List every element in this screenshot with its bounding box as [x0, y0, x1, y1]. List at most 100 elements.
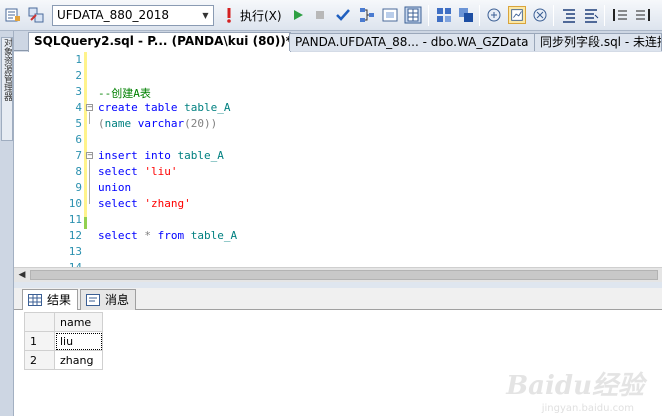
tab-sqlquery2[interactable]: SQLQuery2.sql - P... (PANDA\kui (80))*: [28, 32, 291, 52]
collapse-icon[interactable]: −: [86, 104, 93, 111]
type-varchar: varchar: [137, 117, 185, 130]
tab-wa-gzdata[interactable]: PANDA.UFDATA_88... - dbo.WA_GZData: [289, 33, 536, 51]
decrease-indent-icon[interactable]: [611, 6, 629, 24]
kw-from: from: [157, 229, 191, 242]
query-designer-icon[interactable]: [381, 6, 399, 24]
table-name: table_A: [190, 229, 238, 242]
column-header[interactable]: name: [54, 312, 103, 332]
code-line-8: select 'liu': [98, 165, 177, 178]
code-line-10: select 'zhang': [98, 197, 191, 210]
fold-line: [89, 160, 90, 204]
tab-sync-columns[interactable]: 同步列字段.sql - 未连接: [534, 33, 662, 51]
code-line-7: insert into table_A: [98, 149, 224, 162]
row-number: 1: [24, 331, 55, 351]
row-number-header: [24, 312, 55, 332]
chevron-down-icon: ▼: [202, 11, 209, 20]
results-to-text-icon[interactable]: [435, 6, 453, 24]
connect-icon[interactable]: [27, 6, 45, 24]
code-line-4: create table table_A: [98, 101, 230, 114]
database-dropdown[interactable]: UFDATA_880_2018 ▼: [52, 5, 214, 26]
database-name: UFDATA_880_2018: [57, 8, 170, 22]
horizontal-scrollbar[interactable]: ◀: [14, 267, 662, 282]
saved-lines-marker: [84, 217, 87, 229]
scroll-left-icon[interactable]: ◀: [16, 269, 28, 281]
code-line-5: (name varchar(20)): [98, 117, 217, 130]
collapse-icon[interactable]: −: [86, 152, 93, 159]
kw-insert-into: insert into: [98, 149, 178, 162]
results-grid[interactable]: name 1 liu 2 zhang: [24, 312, 103, 370]
sqlcmd-mode-icon[interactable]: [531, 6, 549, 24]
results-pane: name 1 liu 2 zhang Baidu经验 jingyan.baidu…: [14, 310, 662, 416]
toolbar-separator: [479, 5, 480, 26]
paren-open: (: [98, 117, 105, 130]
line-number: 1: [75, 53, 82, 66]
line-number: 13: [68, 245, 82, 258]
results-to-file-icon[interactable]: [457, 6, 475, 24]
kw-select: select: [98, 165, 145, 178]
line-number: 9: [75, 181, 82, 194]
tab-messages[interactable]: 消息: [80, 289, 137, 310]
comment-icon[interactable]: [560, 6, 578, 24]
watermark-logo: Baidu经验: [506, 371, 644, 401]
row-number: 2: [24, 350, 55, 370]
line-number: 10: [68, 197, 82, 210]
line-number: 2: [75, 69, 82, 82]
type-args: (20)): [184, 117, 218, 130]
tab-results[interactable]: 结果: [22, 289, 79, 310]
code-comment: --创建A表: [98, 87, 151, 100]
stop-icon[interactable]: [311, 6, 329, 24]
kw-select: select: [98, 197, 145, 210]
grid-cell[interactable]: liu: [54, 331, 103, 351]
string-literal: 'zhang': [144, 197, 191, 210]
table-row[interactable]: 2 zhang: [24, 350, 103, 370]
document-tabs: SQLQuery2.sql - P... (PANDA\kui (80))* P…: [14, 31, 662, 52]
table-row[interactable]: 1 liu: [24, 331, 103, 351]
kw-union: union: [98, 181, 132, 194]
debug-run-icon[interactable]: [289, 6, 307, 24]
string-literal: 'liu': [144, 165, 178, 178]
execute-button[interactable]: 执行(X): [240, 7, 282, 24]
include-plan-icon[interactable]: [485, 6, 503, 24]
toolbar-separator: [553, 5, 554, 26]
kw-create-table: create table: [98, 101, 185, 114]
line-number: 11: [68, 213, 82, 226]
line-number: 8: [75, 165, 82, 178]
toolbar: UFDATA_880_2018 ▼ 执行(X): [0, 0, 662, 31]
line-number: 3: [75, 85, 82, 98]
tab-messages-label: 消息: [105, 293, 130, 307]
star: *: [144, 229, 158, 242]
query-editor[interactable]: 1 2 3 4 5 6 7 8 9 10 11 12 13 14 − − --创…: [14, 52, 662, 267]
query-options-icon[interactable]: [4, 6, 22, 24]
execute-icon[interactable]: [222, 6, 236, 24]
left-dock: 对象资源管理器: [0, 31, 14, 416]
fold-line: [89, 112, 90, 124]
message-icon: [86, 294, 100, 306]
toolbar-separator: [604, 5, 605, 26]
display-plan-icon[interactable]: [358, 6, 376, 24]
client-stats-icon[interactable]: [508, 6, 526, 24]
results-to-grid-icon[interactable]: [404, 6, 422, 24]
table-name: table_A: [184, 101, 231, 114]
line-number: 4: [75, 101, 82, 114]
object-explorer-tab[interactable]: 对象资源管理器: [1, 37, 13, 141]
grid-icon: [28, 294, 42, 306]
scroll-thumb[interactable]: [30, 270, 658, 280]
line-number: 5: [75, 117, 82, 130]
results-tabs: 结果 消息: [14, 288, 662, 310]
grid-header-row: name: [24, 312, 103, 332]
code-line-12: select * from table_A: [98, 229, 237, 242]
tab-results-label: 结果: [47, 293, 72, 307]
changed-lines-marker: [84, 52, 87, 217]
column-name: name: [104, 117, 138, 130]
ssms-window: UFDATA_880_2018 ▼ 执行(X) 对象资源管理器 SQLQuery…: [0, 0, 662, 416]
line-number: 6: [75, 133, 82, 146]
increase-indent-icon[interactable]: [634, 6, 652, 24]
watermark-url: jingyan.baidu.com: [541, 403, 634, 414]
uncomment-icon[interactable]: [582, 6, 600, 24]
parse-check-icon[interactable]: [334, 6, 352, 24]
line-number: 7: [75, 149, 82, 162]
line-number: 12: [68, 229, 82, 242]
grid-cell[interactable]: zhang: [54, 350, 103, 370]
table-name: table_A: [177, 149, 224, 162]
toolbar-separator: [428, 5, 429, 26]
